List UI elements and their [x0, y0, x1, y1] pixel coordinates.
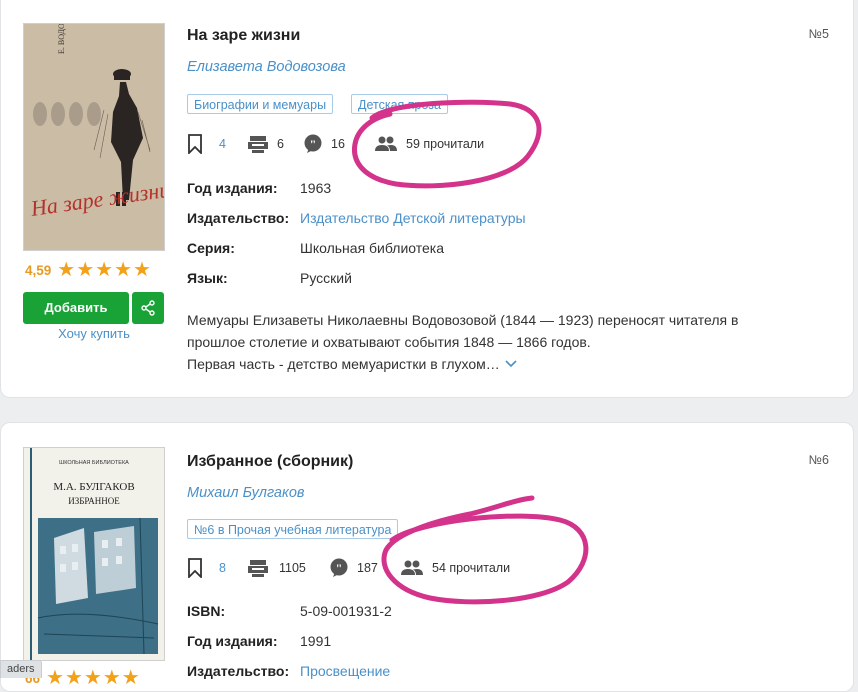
book-title[interactable]: Избранное (сборник) — [187, 453, 353, 471]
genre-tag[interactable]: Биографии и мемуары — [187, 94, 334, 114]
star-icon: ★ — [76, 259, 95, 281]
readers-stat[interactable]: 59 прочитали — [374, 136, 484, 152]
bookmark-icon — [188, 134, 202, 154]
book-description: Мемуары Елизаветы Николаевны Водовозовой… — [187, 309, 787, 375]
svg-text:": " — [310, 137, 317, 151]
shelves-icon — [248, 560, 268, 577]
readers-icon — [401, 560, 423, 575]
readers-tab[interactable]: aders — [0, 660, 42, 678]
star-icon: ★ — [57, 259, 76, 281]
publisher-link[interactable]: Издательство Детской литературы — [300, 210, 526, 226]
rating-value: 4,59 — [25, 262, 52, 278]
star-icon: ★ — [133, 259, 151, 281]
cover-author-text: Е. ВОДОВОЗОВА — [57, 24, 66, 54]
field-value: 1963 — [300, 180, 332, 196]
description-line: Первая часть - детство мемуаристки в глу… — [187, 356, 500, 372]
want-count: 8 — [219, 561, 226, 575]
field-value: 1991 — [300, 633, 332, 649]
share-icon — [141, 300, 155, 316]
star-icon: ★ — [95, 259, 114, 281]
description-line: Мемуары Елизаветы Николаевны Водовозовой… — [187, 312, 739, 328]
field-value: Русский — [300, 270, 352, 286]
rating: 4,59 ★ ★ ★ ★ ★ — [25, 259, 152, 281]
want-to-buy-link[interactable]: Хочу купить — [23, 326, 165, 341]
cover-illustration: Е. ВОДОВОЗОВА На заре жизни — [24, 24, 164, 250]
book-title[interactable]: На заре жизни — [187, 27, 300, 45]
star-icon: ★ — [83, 667, 102, 689]
field-language: Язык: Русский — [187, 270, 352, 286]
shelves-count: 1105 — [279, 561, 306, 575]
quotes-count: 187 — [357, 561, 378, 575]
quotes-stat[interactable]: " 187 — [329, 558, 389, 578]
quotes-stat[interactable]: " 16 — [303, 134, 363, 154]
book-position: №5 — [808, 27, 829, 41]
shelves-count: 6 — [277, 137, 284, 151]
field-label: Издательство: — [187, 210, 290, 226]
book-stats: 4 6 " 16 59 прочитали — [187, 132, 484, 156]
quote-icon: " — [330, 558, 348, 577]
book-author[interactable]: Елизавета Водовозова — [187, 59, 346, 75]
cover-author-text: М.А. БУЛГАКОВ — [53, 481, 134, 493]
field-year: Год издания: 1991 — [187, 633, 331, 649]
cover-illustration: ШКОЛЬНАЯ БИБЛИОТЕКА М.А. БУЛГАКОВ ИЗБРАН… — [24, 448, 164, 660]
field-label: Год издания: — [187, 180, 278, 196]
genre-tag[interactable]: Детская проза — [351, 94, 448, 114]
svg-text:": " — [336, 561, 343, 575]
field-label: Серия: — [187, 240, 235, 256]
rank-tag[interactable]: №6 в Прочая учебная литература — [187, 519, 399, 539]
share-button[interactable] — [132, 292, 164, 324]
shelves-icon — [248, 136, 268, 153]
want-to-read-stat[interactable]: 8 — [187, 558, 247, 578]
book-cover[interactable]: Е. ВОДОВОЗОВА На заре жизни — [23, 23, 165, 251]
field-value: Школьная библиотека — [300, 240, 444, 256]
readers-count: 54 прочитали — [432, 561, 511, 575]
readers-icon — [375, 136, 397, 151]
book-card-2: №6 ШКОЛЬНАЯ БИБЛИОТЕКА М.А. БУЛГАКОВ ИЗБ… — [0, 422, 854, 692]
book-cover[interactable]: ШКОЛЬНАЯ БИБЛИОТЕКА М.А. БУЛГАКОВ ИЗБРАН… — [23, 447, 165, 661]
star-icon: ★ — [46, 667, 64, 689]
field-series: Серия: Школьная библиотека — [187, 240, 444, 256]
field-publisher: Издательство: Издательство Детской литер… — [187, 210, 526, 226]
book-position: №6 — [808, 453, 829, 467]
readers-count: 59 прочитали — [406, 137, 485, 151]
field-year: Год издания: 1963 — [187, 180, 331, 196]
chevron-down-icon — [505, 360, 517, 368]
star-icon: ★ — [102, 667, 121, 689]
readers-stat[interactable]: 54 прочитали — [400, 560, 510, 576]
cover-series-text: ШКОЛЬНАЯ БИБЛИОТЕКА — [59, 460, 129, 466]
book-stats: 8 1105 " 187 54 прочитали — [187, 556, 510, 580]
want-count: 4 — [219, 137, 226, 151]
expand-description-button[interactable] — [504, 356, 518, 372]
want-to-read-stat[interactable]: 4 — [187, 134, 247, 154]
field-isbn: ISBN: 5-09-001931-2 — [187, 603, 392, 619]
field-label: ISBN: — [187, 603, 226, 619]
rating: 66 ★ ★ ★ ★ ★ — [25, 667, 141, 689]
field-label: Язык: — [187, 270, 228, 286]
star-icon: ★ — [121, 667, 140, 689]
description-line: прошлое столетие и охватывают события 18… — [187, 334, 591, 350]
book-author[interactable]: Михаил Булгаков — [187, 485, 304, 501]
field-label: Год издания: — [187, 633, 278, 649]
cover-title-text: ИЗБРАННОЕ — [68, 496, 120, 506]
field-value: 5-09-001931-2 — [300, 603, 392, 619]
quote-icon: " — [304, 134, 322, 153]
add-button[interactable]: Добавить — [23, 292, 129, 324]
shelves-stat[interactable]: 6 — [247, 134, 303, 154]
star-icon: ★ — [114, 259, 133, 281]
star-icon: ★ — [64, 667, 83, 689]
book-card-1: №5 Е. ВОДОВОЗОВА На заре жизни — [0, 0, 854, 398]
shelves-stat[interactable]: 1105 — [247, 558, 329, 578]
quotes-count: 16 — [331, 137, 345, 151]
bookmark-icon — [188, 558, 202, 578]
